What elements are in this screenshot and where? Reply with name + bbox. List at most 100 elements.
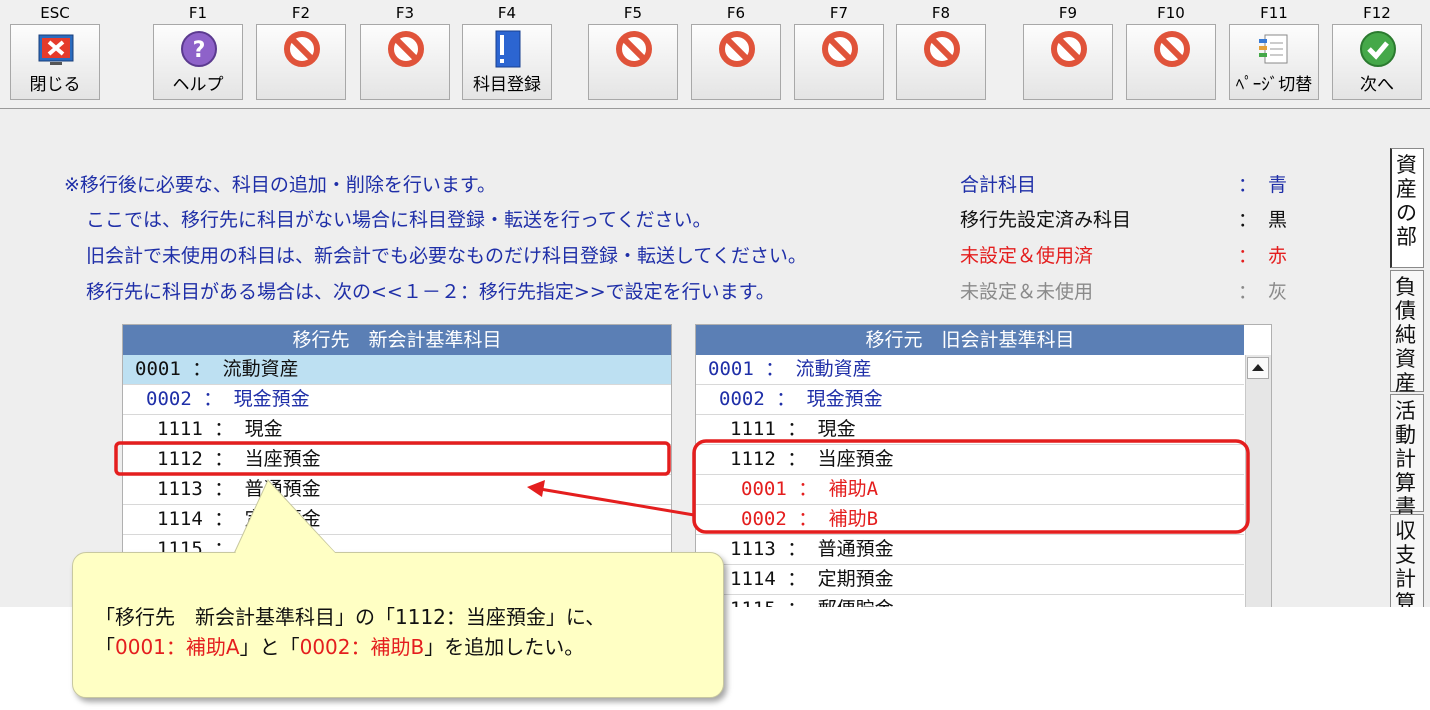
disabled-icon: [282, 29, 322, 69]
src-table-scrollbar[interactable]: [1245, 355, 1271, 607]
f5-disabled-button[interactable]: [588, 24, 678, 100]
disabled-icon: [386, 29, 426, 69]
disabled-icon: [820, 29, 860, 69]
info-line-1: ※移行後に必要な、科目の追加・削除を行います。: [64, 174, 497, 196]
explanation-callout: 「移行先 新会計基準科目」の「1112：当座預金」に、 「0001：補助A」と「…: [72, 552, 724, 698]
f2-disabled-button[interactable]: [256, 24, 346, 100]
table-row[interactable]: 1115 ： 郵便貯金: [696, 595, 1244, 607]
table-row[interactable]: 0001 ： 流動資産: [123, 355, 671, 385]
legend-colon: ：: [1238, 209, 1258, 231]
tab-assets[interactable]: 資産の部: [1390, 148, 1424, 268]
table-row[interactable]: 1113 ： 普通預金: [123, 475, 671, 505]
register-account-icon: [488, 29, 528, 69]
f4-button[interactable]: 科目登録: [462, 24, 552, 100]
fkey-button-label: 次へ: [1360, 75, 1394, 95]
fkey-f2: F2: [254, 0, 348, 108]
f6-disabled-button[interactable]: [691, 24, 781, 100]
fkey-button-label: ヘルプ: [172, 75, 224, 95]
table-row[interactable]: 1114 ： 定期預金: [696, 565, 1244, 595]
tab-activity-statement[interactable]: 活動計算書: [1390, 394, 1424, 519]
fkey-f7: F7: [792, 0, 886, 108]
table-row[interactable]: 0002 ： 補助B: [696, 505, 1244, 535]
legend-colon: ：: [1238, 281, 1258, 303]
fkey-f8: F8: [894, 0, 988, 108]
fkey-label: F3: [395, 4, 415, 22]
fkey-label: F8: [931, 4, 951, 22]
info-line-2: ここでは、移行先に科目がない場合に科目登録・転送を行ってください。: [86, 209, 712, 231]
legend-color-name: 黒: [1268, 209, 1288, 231]
f12-button[interactable]: 次へ: [1332, 24, 1422, 100]
function-key-toolbar: ESC 閉じる F1? ヘルプ F2 F3 F4 科目登録 F5 F6 F7 F8 F9 F10 F11 ﾍﾟ…: [0, 0, 1430, 109]
f7-disabled-button[interactable]: [794, 24, 884, 100]
fkey-f6: F6: [689, 0, 783, 108]
table-row[interactable]: 1111 ： 現金: [696, 415, 1244, 445]
disabled-icon: [614, 29, 654, 69]
fkey-f9: F9: [1021, 0, 1115, 108]
app-window: ESC 閉じる F1? ヘルプ F2 F3 F4 科目登録 F5 F6 F7 F8 F9 F10 F11 ﾍﾟ…: [0, 0, 1430, 607]
f8-disabled-button[interactable]: [896, 24, 986, 100]
fkey-f4: F4 科目登録: [460, 0, 554, 108]
legend-item-name: 未設定＆未使用: [960, 281, 1094, 303]
fkey-label: F11: [1260, 4, 1288, 22]
table-row[interactable]: 1113 ： 普通預金: [696, 535, 1244, 565]
info-line-3: 旧会計で未使用の科目は、新会計でも必要なものだけ科目登録・転送してください。: [86, 245, 807, 267]
page-switch-icon: [1255, 29, 1295, 69]
table-row[interactable]: 1112 ： 当座預金: [123, 445, 671, 475]
legend-item-name: 移行先設定済み科目: [960, 209, 1132, 231]
info-line-4: 移行先に科目がある場合は、次の<<１－２：移行先指定>>で設定を行います。: [86, 281, 775, 303]
fkey-label: F9: [1058, 4, 1078, 22]
help-icon: ?: [179, 29, 219, 69]
close-window-icon: [36, 29, 76, 69]
f9-disabled-button[interactable]: [1023, 24, 1113, 100]
f1-button[interactable]: ? ヘルプ: [153, 24, 243, 100]
table-row[interactable]: 0001 ： 流動資産: [696, 355, 1244, 385]
legend-color-name: 灰: [1268, 281, 1288, 303]
fkey-button-label: ﾍﾟｰｼﾞ切替: [1235, 75, 1313, 95]
table-row[interactable]: 1114 ： 定期預金: [123, 505, 671, 535]
fkey-f11: F11 ﾍﾟｰｼﾞ切替: [1227, 0, 1321, 108]
callout-line-1: 「移行先 新会計基準科目」の「1112：当座預金」に、: [95, 605, 606, 629]
fkey-label: F12: [1363, 4, 1391, 22]
fkey-label: F1: [188, 4, 208, 22]
fkey-esc: ESC 閉じる: [8, 0, 102, 108]
callout-line-2: 「0001：補助A」と「0002：補助B」を追加したい。: [95, 635, 585, 659]
disabled-icon: [1152, 29, 1192, 69]
legend-item-name: 未設定＆使用済: [960, 245, 1094, 267]
disabled-icon: [1049, 29, 1089, 69]
disabled-icon: [717, 29, 757, 69]
scroll-up-button[interactable]: [1247, 357, 1269, 379]
legend-color-name: 青: [1268, 174, 1288, 196]
table-row[interactable]: 0002 ： 現金預金: [123, 385, 671, 415]
fkey-label: ESC: [40, 4, 70, 22]
src-table-header: 移行元 旧会計基準科目: [696, 325, 1244, 355]
fkey-label: F5: [623, 4, 643, 22]
fkey-f12: F12 次へ: [1330, 0, 1424, 108]
f3-disabled-button[interactable]: [360, 24, 450, 100]
src-account-table[interactable]: 移行元 旧会計基準科目 0001 ： 流動資産 0002 ： 現金預金 1111 ：…: [695, 324, 1272, 607]
fkey-f1: F1? ヘルプ: [151, 0, 245, 108]
fkey-f5: F5: [586, 0, 680, 108]
table-row[interactable]: 1111 ： 現金: [123, 415, 671, 445]
tab-liabilities[interactable]: 負債純資産: [1390, 270, 1424, 395]
fkey-button-label: 科目登録: [473, 75, 541, 95]
legend-colon: ：: [1238, 245, 1258, 267]
table-row[interactable]: 0002 ： 現金預金: [696, 385, 1244, 415]
esc-button[interactable]: 閉じる: [10, 24, 100, 100]
fkey-label: F2: [291, 4, 311, 22]
fkey-label: F7: [829, 4, 849, 22]
f10-disabled-button[interactable]: [1126, 24, 1216, 100]
tab-income-statement[interactable]: 収支計算書: [1390, 514, 1424, 607]
table-row[interactable]: 1112 ： 当座預金: [696, 445, 1244, 475]
fkey-label: F10: [1157, 4, 1185, 22]
fkey-f3: F3: [358, 0, 452, 108]
arrow-up-icon: [1252, 364, 1264, 371]
svg-text:?: ?: [193, 38, 206, 63]
fkey-button-label: 閉じる: [29, 75, 81, 95]
dest-table-header: 移行先 新会計基準科目: [123, 325, 671, 355]
legend-item-name: 合計科目: [960, 174, 1037, 196]
legend-colon: ：: [1238, 174, 1258, 196]
fkey-label: F6: [726, 4, 746, 22]
f11-button[interactable]: ﾍﾟｰｼﾞ切替: [1229, 24, 1319, 100]
table-row[interactable]: 0001 ： 補助A: [696, 475, 1244, 505]
fkey-label: F4: [497, 4, 517, 22]
